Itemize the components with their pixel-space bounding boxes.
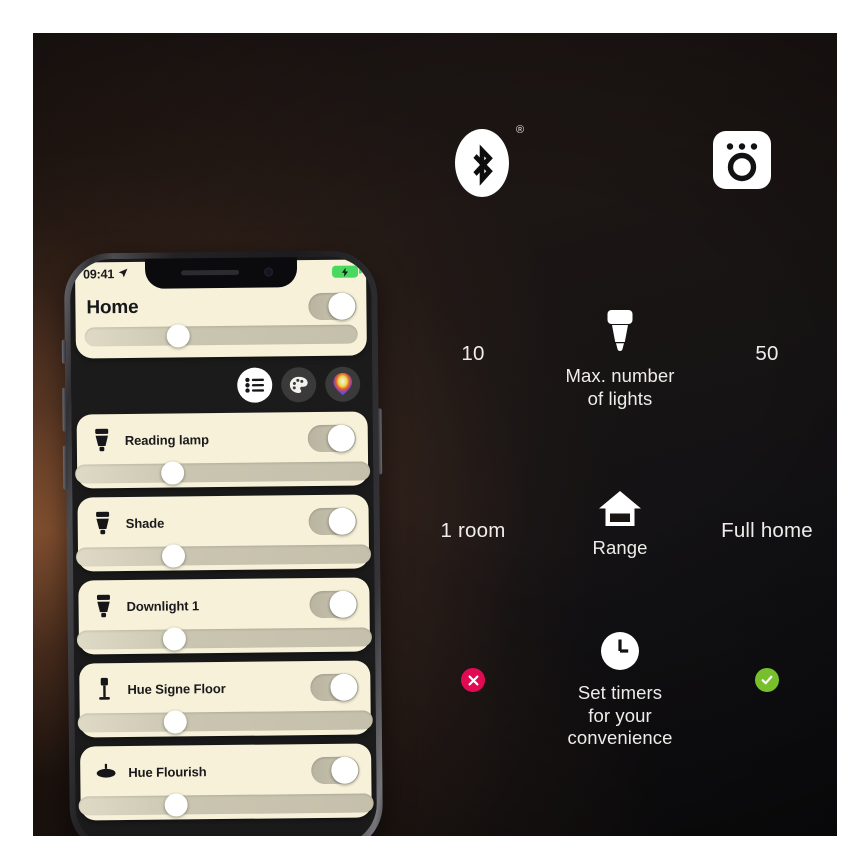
bluetooth-icon [455, 129, 509, 202]
light-list: Reading lamp Shade Downlight 1 Hue Signe… [75, 411, 374, 829]
smartphone-mockup: 09:41 Home Reading lamp Shade Downlight … [51, 250, 403, 836]
bulb-spot-icon [92, 511, 114, 535]
light-brightness-slider[interactable] [75, 544, 372, 568]
row-max-lights-caption: Max. number of lights [565, 365, 674, 410]
home-title: Home [86, 296, 139, 319]
light-brightness-slider[interactable] [76, 627, 372, 651]
comparison-poster: ® 10 Max. number of lights 50 1 room Ran… [33, 33, 837, 836]
row-range-right: Full home [697, 490, 837, 543]
light-brightness-slider[interactable] [77, 710, 373, 734]
status-bar-time-group: 09:41 [83, 267, 128, 281]
row-timers-left [403, 631, 543, 692]
toggle-knob [328, 507, 356, 535]
caption-line: Set timers [577, 682, 663, 703]
list-item[interactable]: Shade [75, 494, 372, 572]
toggle-knob [328, 590, 357, 618]
power-button[interactable] [377, 408, 383, 475]
row-range-left: 1 room [403, 490, 543, 543]
phone-chassis: 09:41 Home Reading lamp Shade Downlight … [61, 250, 384, 836]
light-toggle[interactable] [308, 507, 357, 536]
row-max-lights-left: 10 [403, 309, 543, 366]
toggle-knob [327, 292, 356, 320]
phone-screen: 09:41 Home Reading lamp Shade Downlight … [69, 256, 378, 836]
slider-handle[interactable] [161, 544, 185, 568]
comparison-row-timers: Set timers for your convenience [403, 631, 837, 750]
volume-up-button[interactable] [62, 387, 67, 432]
light-toggle[interactable] [307, 424, 356, 453]
light-name: Hue Flourish [128, 764, 207, 781]
slider-handle[interactable] [164, 793, 188, 817]
light-brightness-slider[interactable] [75, 461, 371, 485]
toggle-knob [329, 673, 358, 701]
registered-trademark-mark: ® [516, 124, 525, 136]
list-item[interactable]: Hue Flourish [78, 743, 374, 821]
row-range-caption: Range [592, 537, 647, 560]
slider-handle[interactable] [162, 627, 186, 651]
house-icon [598, 490, 642, 533]
scenes-button[interactable] [281, 367, 317, 403]
list-icon [245, 377, 265, 393]
caption-line: Max. number [565, 365, 675, 386]
list-item[interactable]: Hue Signe Floor [77, 660, 373, 738]
floor-lamp-icon [93, 677, 115, 701]
color-drop-icon [333, 372, 353, 396]
status-bar-time: 09:41 [83, 267, 115, 282]
check-badge [755, 668, 779, 692]
color-picker-button[interactable] [325, 366, 361, 402]
list-item[interactable]: Reading lamp [75, 411, 371, 489]
row-range-left-value: 1 room [440, 519, 506, 542]
bulb-spot-icon [91, 428, 113, 452]
row-range-center: Range [543, 490, 697, 560]
cross-badge [461, 668, 485, 692]
light-name: Reading lamp [124, 432, 209, 449]
mute-switch[interactable] [61, 339, 67, 364]
ceiling-lamp-icon [94, 760, 116, 784]
caption-line: convenience [567, 727, 673, 749]
caption-line: of lights [587, 387, 653, 409]
toggle-knob [327, 424, 355, 452]
row-max-lights-right-value: 50 [755, 342, 779, 365]
light-brightness-slider[interactable] [78, 793, 374, 817]
comparison-row-max-lights: 10 Max. number of lights 50 [403, 309, 837, 410]
row-max-lights-center: Max. number of lights [543, 309, 697, 410]
palette-icon [289, 376, 308, 393]
row-timers-caption: Set timers for your convenience [568, 682, 673, 750]
comparison-column: ® 10 Max. number of lights 50 1 room Ran… [403, 33, 837, 836]
view-mode-buttons [237, 366, 361, 403]
battery-charging-icon [332, 265, 359, 279]
light-toggle[interactable] [311, 756, 360, 785]
clock-icon [600, 631, 640, 676]
row-timers-center: Set timers for your convenience [543, 631, 697, 750]
light-name: Shade [125, 515, 165, 532]
location-arrow-icon [118, 267, 128, 281]
comparison-row-range: 1 room Range Full home [403, 490, 837, 560]
toggle-knob [330, 756, 358, 784]
home-brightness-slider[interactable] [84, 324, 358, 348]
light-name: Hue Signe Floor [127, 680, 226, 698]
bulb-spot-icon [92, 594, 114, 618]
row-timers-right [697, 631, 837, 692]
hero-icon-row: ® [403, 33, 837, 213]
row-max-lights-left-value: 10 [461, 342, 485, 365]
list-item[interactable]: Downlight 1 [76, 577, 372, 655]
caption-line: Range [592, 537, 648, 558]
row-range-right-value: Full home [721, 519, 813, 542]
home-master-toggle[interactable] [308, 292, 357, 321]
hue-bridge-icon [713, 131, 771, 194]
slider-handle[interactable] [166, 324, 190, 348]
light-toggle[interactable] [310, 673, 359, 702]
light-name: Downlight 1 [126, 598, 200, 615]
row-max-lights-right: 50 [697, 309, 837, 366]
screen-bottom-fade [75, 824, 378, 836]
list-view-button[interactable] [237, 367, 273, 403]
slider-handle[interactable] [163, 710, 187, 734]
slider-handle[interactable] [160, 461, 184, 485]
light-toggle[interactable] [309, 590, 358, 619]
light-bulb-icon [605, 309, 635, 358]
ios-status-bar: 09:41 [70, 256, 371, 289]
volume-down-button[interactable] [62, 445, 68, 490]
hue-app-screen: 09:41 Home Reading lamp Shade Downlight … [69, 256, 378, 836]
caption-line: for your [588, 704, 652, 726]
